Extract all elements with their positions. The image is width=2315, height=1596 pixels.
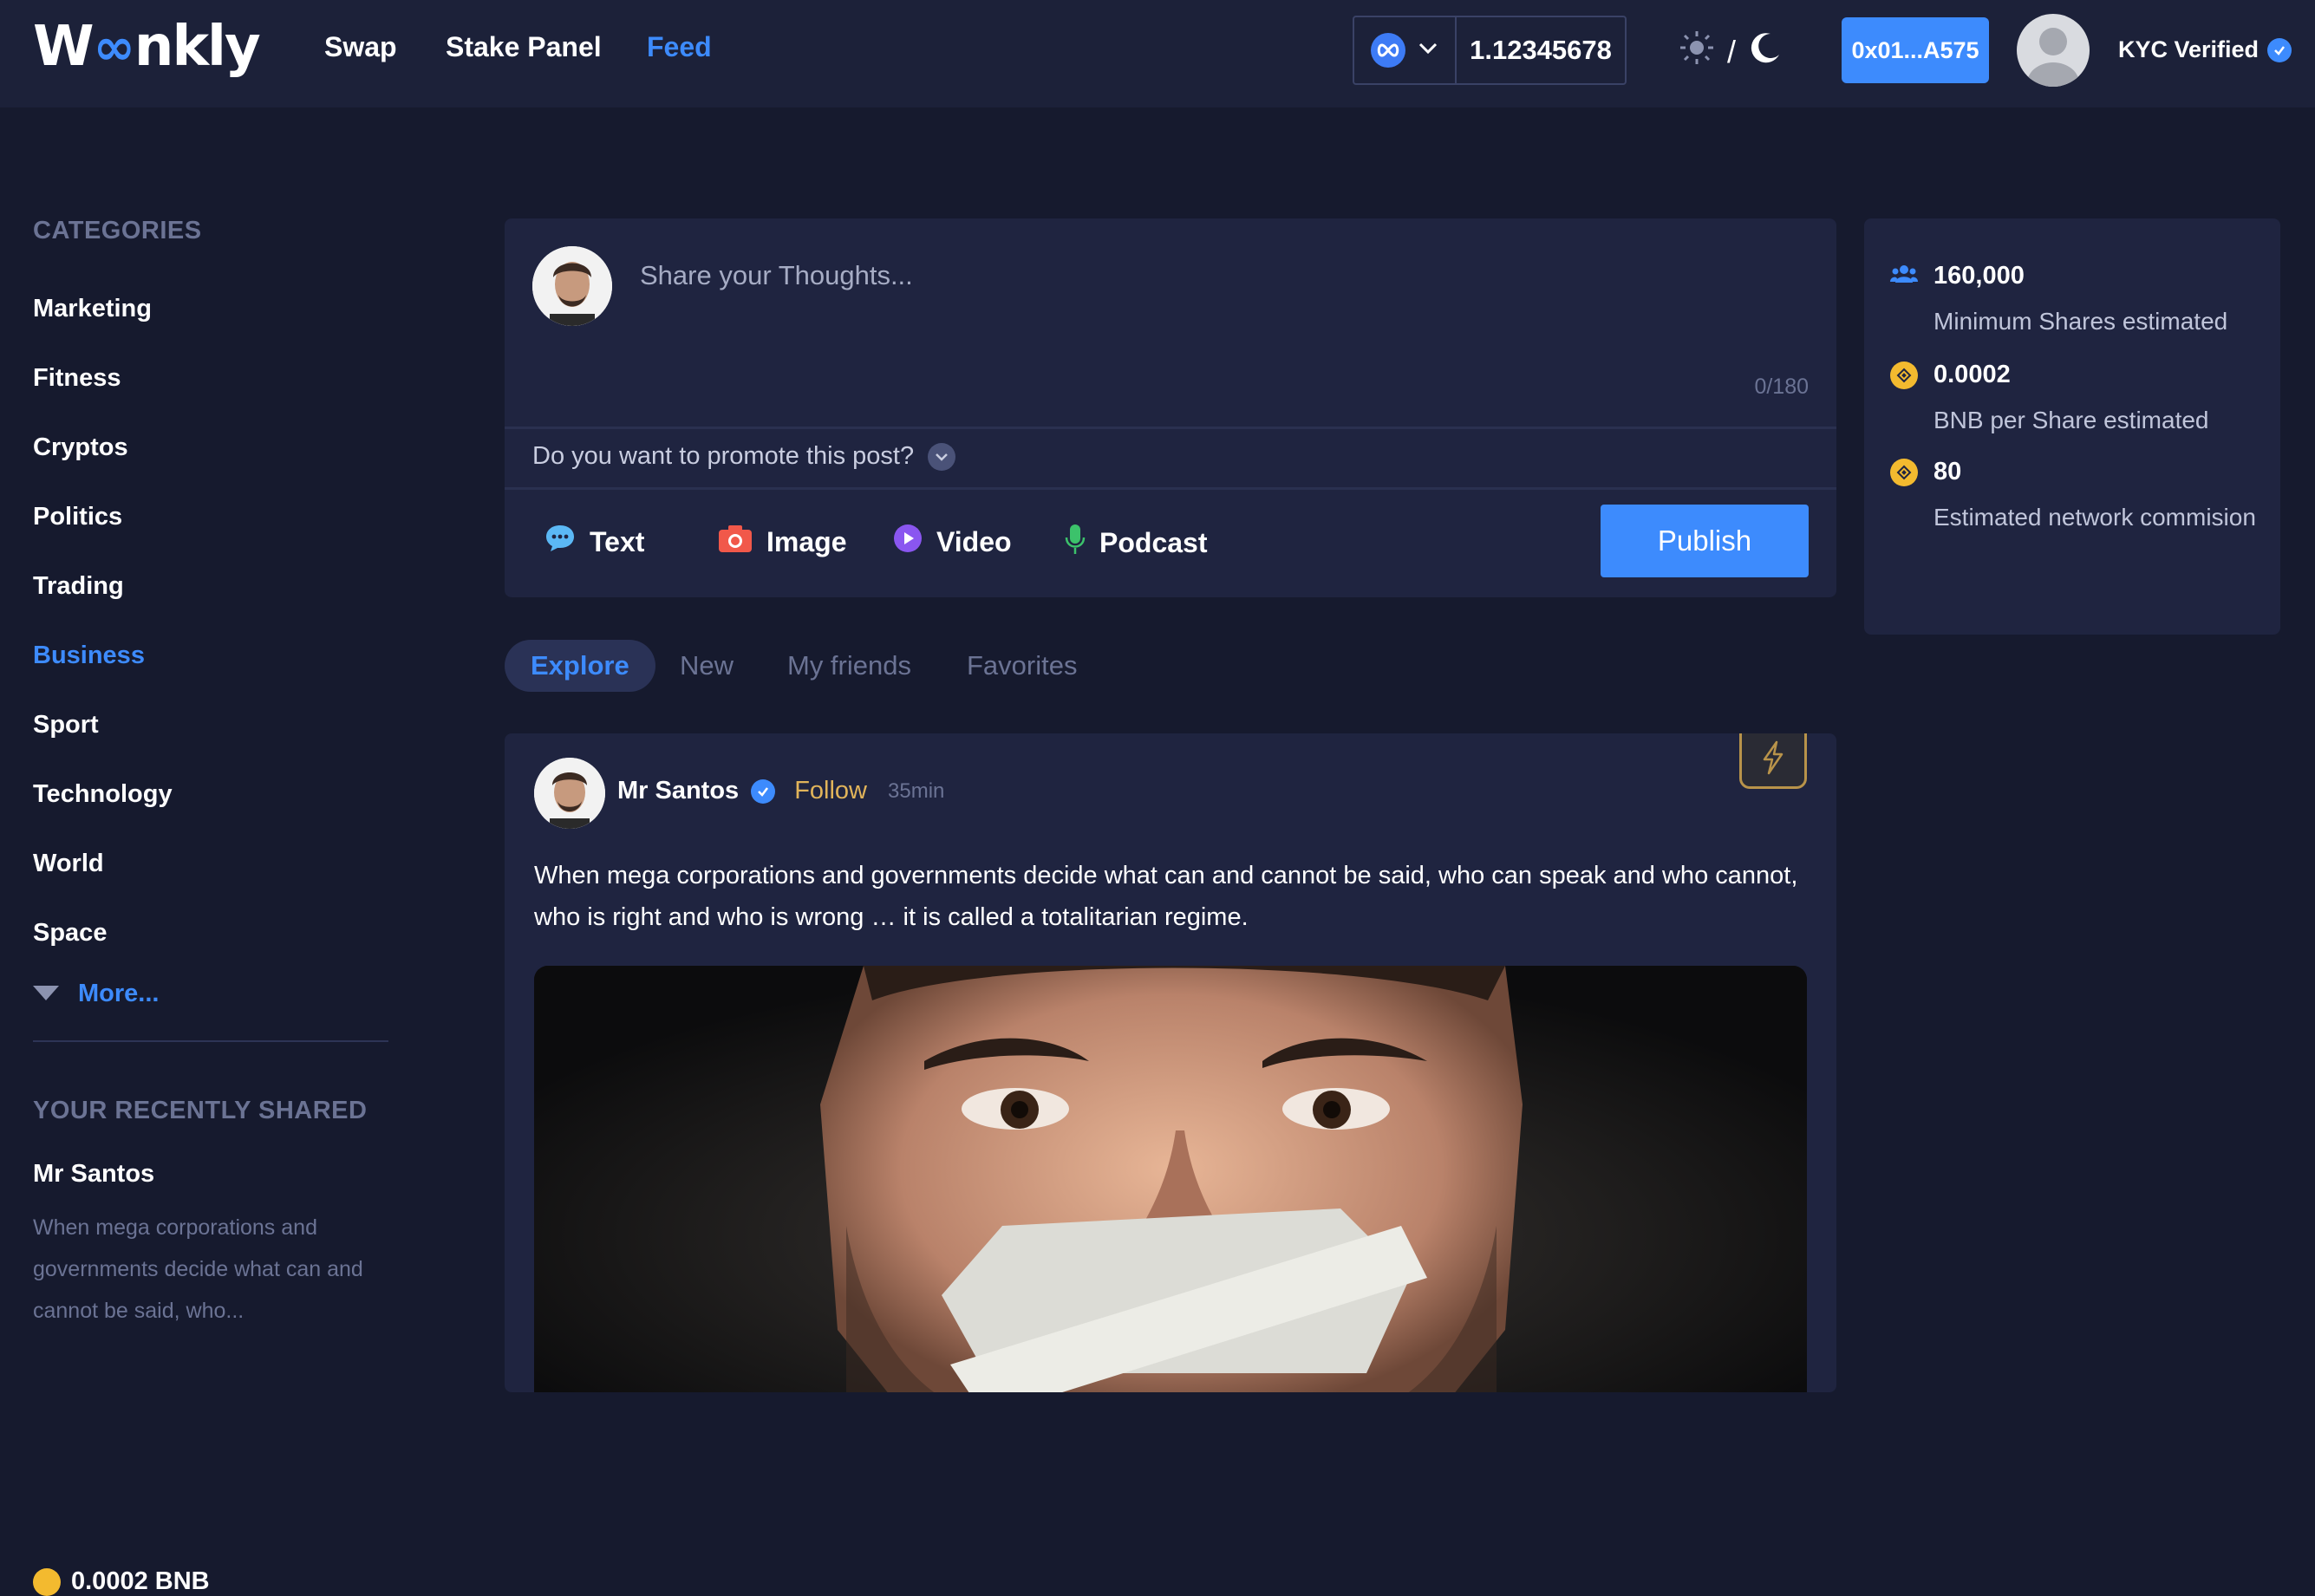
tab-explore[interactable]: Explore [505,640,655,692]
recent-shared-text[interactable]: When mega corporations and governments d… [33,1207,397,1332]
verified-check-icon [751,778,776,804]
post-author-name[interactable]: Mr Santos [617,777,739,805]
post-image[interactable] [534,966,1807,1392]
theme-toggle[interactable]: / [1679,29,1783,74]
recent-price-value: 0.0002 BNB [71,1567,210,1595]
post-type-video-label: Video [936,525,1012,557]
stat-value: 160,000 [1934,262,2025,290]
logo-nkly: nkly [134,15,261,79]
follow-button[interactable]: Follow [794,777,867,805]
category-sport[interactable]: Sport [33,711,99,739]
chat-bubble-icon [545,524,576,560]
category-marketing[interactable]: Marketing [33,295,152,323]
nav-feed[interactable]: Feed [647,31,712,63]
users-icon [1890,264,1918,289]
boost-lightning-button[interactable] [1739,733,1807,789]
infinity-icon: ∞ [93,17,135,76]
category-trading[interactable]: Trading [33,572,124,601]
nav-swap[interactable]: Swap [324,31,397,63]
recent-shared-price: 0.0002 BNB [33,1567,210,1596]
stat-minimum-shares: 160,000 Minimum Shares estimated [1890,262,2280,342]
triangle-down-icon [33,980,59,1008]
category-cryptos[interactable]: Cryptos [33,433,128,462]
sidebar-divider [33,1040,388,1042]
chain-selector[interactable] [1354,17,1457,83]
stat-network-commission: 80 Estimated network commision [1890,458,2280,538]
more-label: More... [78,980,160,1007]
thoughts-input[interactable]: Share your Thoughts... [640,260,913,291]
chevron-down-icon [1418,42,1438,60]
post-type-image-label: Image [766,525,847,557]
stat-bnb-per-share: 0.0002 BNB per Share estimated [1890,361,2280,441]
wallet-widget: 1.12345678 [1353,16,1627,85]
user-avatar[interactable] [2017,14,2090,87]
wallet-balance: 1.12345678 [1470,35,1612,65]
category-world[interactable]: World [33,850,104,878]
post-type-text[interactable]: Text [545,524,644,560]
recent-shared-title: YOUR RECENTLY SHARED [33,1097,368,1124]
nav-stake-panel[interactable]: Stake Panel [446,31,602,63]
categories-title: CATEGORIES [33,217,202,244]
promotion-stats-panel: 160,000 Minimum Shares estimated 0.0002 … [1864,218,2280,635]
logo-w: W [33,15,95,79]
composer-divider [505,487,1836,490]
stat-label: BNB per Share estimated [1934,407,2209,433]
sun-icon[interactable] [1679,29,1715,74]
post-type-podcast[interactable]: Podcast [1065,524,1207,562]
moon-icon[interactable] [1748,30,1783,73]
post-type-image[interactable]: Image [718,524,846,560]
category-fitness[interactable]: Fitness [33,364,121,393]
category-technology[interactable]: Technology [33,780,173,809]
woonkly-logo[interactable]: W ∞ nkly [33,15,261,79]
tab-favorites[interactable]: Favorites [967,640,1077,692]
kyc-label: KYC Verified [2118,36,2260,62]
post-header: Mr Santos Follow 35min [617,777,944,805]
wallet-address-button[interactable]: 0x01...A575 [1842,17,1989,83]
post-type-podcast-label: Podcast [1099,526,1208,558]
more-categories-button[interactable]: More... [33,980,159,1008]
publish-button[interactable]: Publish [1601,505,1809,577]
stat-label: Minimum Shares estimated [1934,308,2228,335]
category-business[interactable]: Business [33,642,145,670]
post-body-text: When mega corporations and governments d… [534,862,1798,931]
promote-label: Do you want to promote this post? [532,442,915,470]
verified-check-icon [2267,37,2292,62]
post-type-video[interactable]: Video [893,524,1012,560]
stat-value: 0.0002 [1934,361,2011,388]
infinity-chain-icon [1371,33,1405,68]
post-author-avatar[interactable] [534,758,605,829]
microphone-icon [1065,524,1086,562]
tab-new[interactable]: New [680,640,734,692]
composer-avatar [532,246,612,326]
recent-shared-author[interactable]: Mr Santos [33,1160,154,1189]
bnb-coin-icon [1890,361,1918,389]
top-header: W ∞ nkly Swap Stake Panel Feed 1.12345678 … [0,0,2315,107]
kyc-status: KYC Verified [2118,36,2292,63]
post-timestamp: 35min [888,778,945,803]
tab-my-friends[interactable]: My friends [787,640,911,692]
lightning-icon [1760,740,1786,779]
stat-value: 80 [1934,458,1962,485]
camera-icon [718,524,753,560]
theme-separator: / [1727,33,1737,69]
composer-divider [505,427,1836,429]
category-space[interactable]: Space [33,919,107,948]
stat-label: Estimated network commision [1934,504,2256,531]
chevron-down-icon[interactable] [928,442,956,471]
promote-post-toggle[interactable]: Do you want to promote this post? [532,442,956,471]
bnb-coin-icon [1890,458,1918,486]
play-circle-icon [893,524,923,560]
post-composer: Share your Thoughts... 0/180 Do you want… [505,218,1836,597]
category-politics[interactable]: Politics [33,503,122,531]
post-type-text-label: Text [590,525,645,557]
bnb-coin-icon [33,1567,61,1596]
feed-post: Mr Santos Follow 35min When mega corpora… [505,733,1836,1392]
character-counter: 0/180 [1754,375,1809,399]
